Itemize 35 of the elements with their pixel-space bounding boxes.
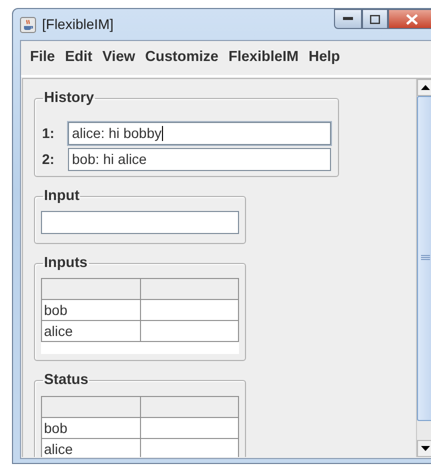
menu-item[interactable]: File xyxy=(25,45,60,71)
input-field[interactable] xyxy=(41,210,239,234)
menu-item[interactable]: FlexibleIM xyxy=(223,45,304,71)
message-field[interactable]: bob: hi alice xyxy=(68,148,331,172)
table-cell: bob xyxy=(42,417,140,438)
scroll-thumb[interactable] xyxy=(417,96,431,421)
table-cell: alice xyxy=(42,438,140,457)
menu-item[interactable]: View xyxy=(97,45,140,71)
column-header[interactable] xyxy=(42,396,140,418)
coffee-cup-icon xyxy=(20,16,36,32)
scrollbar[interactable] xyxy=(416,78,431,457)
group-title: Input xyxy=(43,189,80,204)
column-header[interactable] xyxy=(140,396,238,418)
group-title: Inputs xyxy=(43,256,88,270)
menu-item[interactable]: Edit xyxy=(60,45,98,71)
window-title: [FlexibleIM] xyxy=(42,15,114,34)
minimize-button[interactable] xyxy=(334,9,362,29)
maximize-icon xyxy=(370,14,380,24)
close-icon xyxy=(406,14,418,24)
column-header[interactable] xyxy=(42,278,140,300)
column-header[interactable] xyxy=(140,278,238,300)
table-cell: alice xyxy=(42,320,140,342)
maximize-button[interactable] xyxy=(362,9,388,29)
line-number: 2: xyxy=(41,150,56,170)
message-field[interactable]: alice: hi bobby xyxy=(68,122,331,146)
minimize-icon xyxy=(343,17,353,21)
group-title: History xyxy=(43,90,95,106)
line-number: 1: xyxy=(41,124,56,144)
group-title: Status xyxy=(43,373,90,388)
close-button[interactable] xyxy=(388,9,431,29)
scroll-down-icon[interactable] xyxy=(417,440,431,457)
menu-item[interactable]: Customize xyxy=(140,45,224,71)
table-cell: bob xyxy=(42,300,140,321)
menu-item[interactable]: Help xyxy=(304,45,346,71)
scroll-up-icon[interactable] xyxy=(417,78,431,96)
